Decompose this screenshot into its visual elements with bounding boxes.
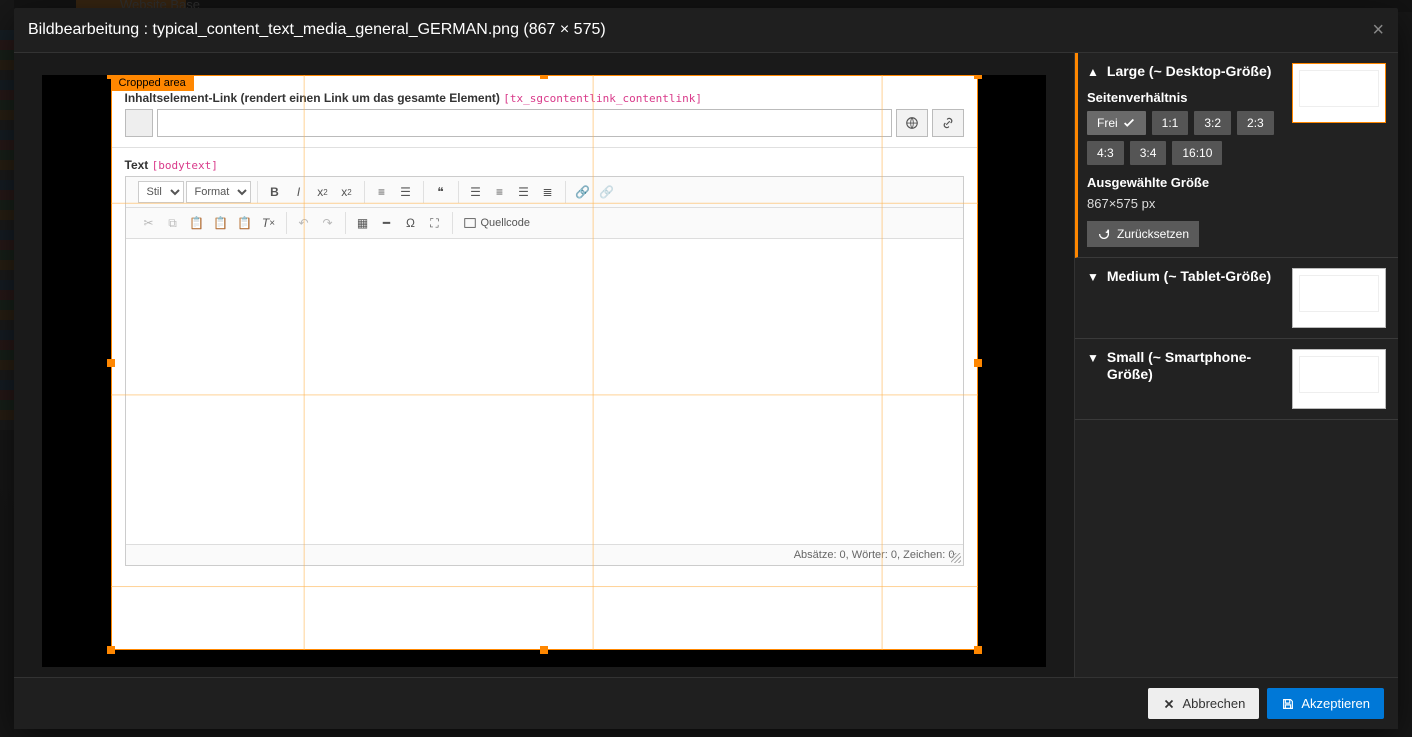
ratio-16-10-button[interactable]: 16:10 xyxy=(1172,141,1222,165)
rte-editor: Stil Format B I x2 x2 ≡ xyxy=(125,176,964,566)
ratio-2-3-button[interactable]: 2:3 xyxy=(1237,111,1274,135)
chevron-up-icon: ▲ xyxy=(1087,65,1099,79)
crop-handle-ml[interactable] xyxy=(107,359,115,367)
crop-handle-tl[interactable] xyxy=(107,75,115,79)
hr-icon: ━ xyxy=(376,212,398,234)
blockquote-icon: ❝ xyxy=(430,181,452,203)
crop-handle-mt[interactable] xyxy=(540,75,548,79)
text-field-label: Text xyxy=(125,158,149,172)
crop-handle-bl[interactable] xyxy=(107,646,115,654)
close-button[interactable]: × xyxy=(1372,20,1384,40)
crop-handle-br[interactable] xyxy=(974,646,982,654)
source-icon xyxy=(463,216,477,230)
text-field-tech: [bodytext] xyxy=(152,159,218,172)
variant-large-label: Large (~ Desktop-Größe) xyxy=(1107,63,1286,80)
variant-large[interactable]: ▲ Large (~ Desktop-Größe) Seitenverhältn… xyxy=(1075,53,1398,258)
resize-handle-icon xyxy=(951,553,961,563)
maximize-icon: ⛶ xyxy=(424,212,446,234)
variant-small[interactable]: ▼ Small (~ Smartphone-Größe) xyxy=(1075,339,1398,420)
ratio-free-button[interactable]: Frei xyxy=(1087,111,1146,135)
paste-text-icon: 📋 xyxy=(210,212,232,234)
rte-style-select: Stil xyxy=(138,181,184,203)
subscript-icon: x2 xyxy=(312,181,334,203)
chevron-down-icon: ▼ xyxy=(1087,270,1099,284)
image-stage[interactable]: Inhaltselement-Link (rendert einen Link … xyxy=(111,75,978,650)
ordered-list-icon: ≡ xyxy=(371,181,393,203)
image-crop-modal: Bildbearbeitung : typical_content_text_m… xyxy=(14,8,1398,729)
link-wizard-button xyxy=(932,109,964,137)
unlink-icon: 🔗 xyxy=(596,181,618,203)
modal-title: Bildbearbeitung : typical_content_text_m… xyxy=(28,21,606,39)
specialchar-icon: Ω xyxy=(400,212,422,234)
rte-format-select: Format xyxy=(186,181,251,203)
check-icon xyxy=(1122,116,1136,130)
ratio-3-4-button[interactable]: 3:4 xyxy=(1130,141,1167,165)
link-insert-icon: 🔗 xyxy=(572,181,594,203)
crop-handle-mb[interactable] xyxy=(540,646,548,654)
variant-medium-thumb xyxy=(1292,268,1386,328)
rte-counts: Absätze: 0, Wörter: 0, Zeichen: 0 xyxy=(794,549,955,561)
paste-icon: 📋 xyxy=(186,212,208,234)
globe-icon xyxy=(905,116,919,130)
ratio-1-1-button[interactable]: 1:1 xyxy=(1152,111,1189,135)
save-icon xyxy=(1281,697,1295,711)
selected-size-label: Ausgewählte Größe xyxy=(1087,175,1386,190)
ratio-3-2-button[interactable]: 3:2 xyxy=(1194,111,1231,135)
crop-sidebar: ▲ Large (~ Desktop-Größe) Seitenverhältn… xyxy=(1074,53,1398,677)
link-field-tech: [tx_sgcontentlink_contentlink] xyxy=(503,92,702,105)
align-left-icon: ☰ xyxy=(465,181,487,203)
selected-size-value: 867×575 px xyxy=(1087,196,1386,211)
crop-canvas[interactable]: Inhaltselement-Link (rendert einen Link … xyxy=(14,53,1074,677)
unordered-list-icon: ☰ xyxy=(395,181,417,203)
variant-small-label: Small (~ Smartphone-Größe) xyxy=(1107,349,1286,383)
reset-button[interactable]: Zurücksetzen xyxy=(1087,221,1199,247)
copy-icon: ⧉ xyxy=(162,212,184,234)
rte-body xyxy=(126,239,963,544)
remove-format-icon: T× xyxy=(258,212,280,234)
link-translate-button xyxy=(896,109,928,137)
bold-icon: B xyxy=(264,181,286,203)
source-button: Quellcode xyxy=(459,216,535,230)
variant-large-thumb xyxy=(1292,63,1386,123)
superscript-icon: x2 xyxy=(336,181,358,203)
italic-icon: I xyxy=(288,181,310,203)
cropped-area-badge: Cropped area xyxy=(111,75,194,91)
align-center-icon: ≡ xyxy=(489,181,511,203)
align-right-icon: ☰ xyxy=(513,181,535,203)
redo-icon: ↷ xyxy=(317,212,339,234)
crop-handle-tr[interactable] xyxy=(974,75,982,79)
paste-word-icon: 📋 xyxy=(234,212,256,234)
crop-handle-mr[interactable] xyxy=(974,359,982,367)
refresh-icon xyxy=(1097,227,1111,241)
link-field-label: Inhaltselement-Link (rendert einen Link … xyxy=(125,91,500,105)
variant-medium-label: Medium (~ Tablet-Größe) xyxy=(1107,268,1286,285)
ratio-4-3-button[interactable]: 4:3 xyxy=(1087,141,1124,165)
link-prefix-box xyxy=(125,109,153,137)
cancel-button[interactable]: Abbrechen xyxy=(1148,688,1259,719)
link-input xyxy=(157,109,892,137)
link-icon xyxy=(941,116,955,130)
accept-button[interactable]: Akzeptieren xyxy=(1267,688,1384,719)
chevron-down-icon: ▼ xyxy=(1087,351,1099,365)
close-icon xyxy=(1162,697,1176,711)
cut-icon: ✂ xyxy=(138,212,160,234)
variant-small-thumb xyxy=(1292,349,1386,409)
modal-header: Bildbearbeitung : typical_content_text_m… xyxy=(14,8,1398,53)
variant-medium[interactable]: ▼ Medium (~ Tablet-Größe) xyxy=(1075,258,1398,339)
align-justify-icon: ≣ xyxy=(537,181,559,203)
embedded-content-screenshot: Inhaltselement-Link (rendert einen Link … xyxy=(111,75,978,650)
undo-icon: ↶ xyxy=(293,212,315,234)
table-icon: ▦ xyxy=(352,212,374,234)
